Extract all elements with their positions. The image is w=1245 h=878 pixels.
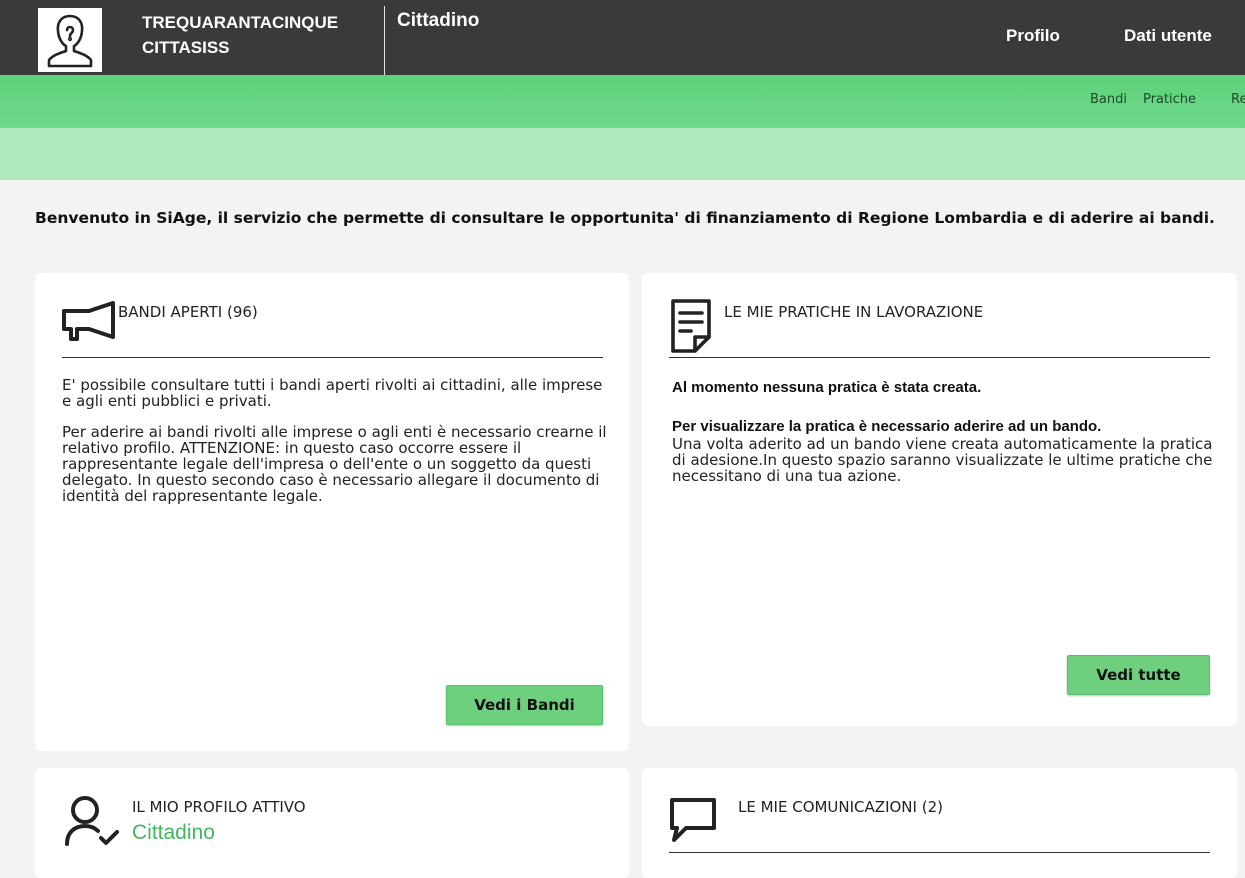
card-body: E' possibile consultare tutti i bandi ap… bbox=[62, 377, 607, 519]
divider bbox=[384, 6, 385, 75]
user-data-link[interactable]: Dati utente bbox=[1124, 26, 1212, 46]
welcome-text: Benvenuto in SiAge, il servizio che perm… bbox=[35, 209, 1215, 227]
view-bandi-button[interactable]: Vedi i Bandi bbox=[446, 685, 603, 725]
card-title: LE MIE PRATICHE IN LAVORAZIONE bbox=[724, 303, 984, 321]
view-all-pratiche-button[interactable]: Vedi tutte bbox=[1067, 655, 1210, 695]
active-profile-value[interactable]: Cittadino bbox=[132, 821, 215, 845]
user-avatar-icon bbox=[47, 14, 93, 68]
nav-item-bandi[interactable]: Bandi bbox=[1090, 92, 1127, 107]
card-divider bbox=[669, 852, 1210, 853]
card-paragraph: Per aderire ai bandi rivolti alle impres… bbox=[62, 423, 607, 505]
megaphone-icon bbox=[62, 301, 115, 341]
main-nav: Bandi Pratiche Re bbox=[0, 75, 1245, 128]
user-last-name: CITTASISS bbox=[142, 38, 230, 57]
card-paragraph: E' possibile consultare tutti i bandi ap… bbox=[62, 376, 603, 410]
card-profilo: IL MIO PROFILO ATTIVO Cittadino bbox=[35, 768, 629, 878]
nav-item-truncated[interactable]: Re bbox=[1231, 92, 1245, 107]
user-check-icon bbox=[65, 796, 119, 846]
avatar[interactable] bbox=[38, 8, 102, 72]
card-pratiche: LE MIE PRATICHE IN LAVORAZIONE Al moment… bbox=[642, 273, 1237, 726]
sub-nav bbox=[0, 128, 1245, 180]
card-divider bbox=[669, 357, 1210, 358]
role-label: Cittadino bbox=[397, 10, 480, 31]
nav-item-pratiche[interactable]: Pratiche bbox=[1143, 92, 1196, 107]
card-divider bbox=[62, 357, 603, 358]
user-first-name: TREQUARANTACINQUE bbox=[142, 13, 339, 32]
card-body: Per visualizzare la pratica è necessario… bbox=[672, 418, 1217, 484]
card-hint-bold: Per visualizzare la pratica è necessario… bbox=[672, 418, 1102, 435]
card-title: IL MIO PROFILO ATTIVO bbox=[132, 798, 306, 816]
document-icon bbox=[671, 299, 711, 353]
card-bandi: BANDI APERTI (96) E' possibile consultar… bbox=[35, 273, 629, 751]
card-title: BANDI APERTI (96) bbox=[118, 303, 258, 321]
card-title: LE MIE COMUNICAZIONI (2) bbox=[738, 798, 943, 816]
top-bar: TREQUARANTACINQUE CITTASISS Cittadino Pr… bbox=[0, 0, 1245, 75]
card-hint: Una volta aderito ad un bando viene crea… bbox=[672, 435, 1213, 485]
chat-bubble-icon bbox=[670, 798, 716, 842]
no-pratiche-message: Al momento nessuna pratica è stata creat… bbox=[672, 379, 982, 396]
user-name: TREQUARANTACINQUE CITTASISS bbox=[142, 10, 378, 60]
profile-link[interactable]: Profilo bbox=[1006, 26, 1060, 46]
card-comunicazioni: LE MIE COMUNICAZIONI (2) bbox=[642, 768, 1237, 878]
